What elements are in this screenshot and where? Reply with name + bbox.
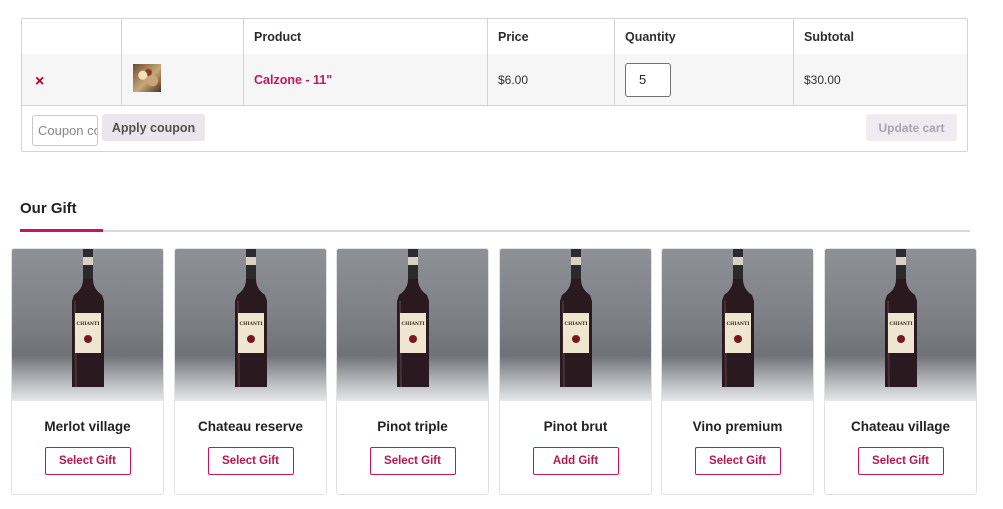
quantity-cell: 5 bbox=[615, 54, 794, 105]
cart-header-row: Product Price Quantity Subtotal bbox=[22, 19, 967, 55]
product-cell: Calzone - 11" bbox=[244, 54, 488, 105]
gift-card: CHIANTI Chateau reserve Select Gift bbox=[174, 248, 327, 495]
bottle-label: CHIANTI bbox=[727, 321, 750, 327]
select-gift-button[interactable]: Select Gift bbox=[857, 447, 944, 475]
select-gift-button[interactable]: Select Gift bbox=[207, 447, 294, 475]
wine-bottle-image[interactable]: CHIANTI bbox=[825, 249, 976, 401]
gift-card: CHIANTI Merlot village Select Gift bbox=[11, 248, 164, 495]
header-price: Price bbox=[488, 19, 615, 54]
gift-name: Chateau reserve bbox=[197, 419, 304, 434]
gift-card: CHIANTI Pinot triple Select Gift bbox=[336, 248, 489, 495]
select-gift-button[interactable]: Select Gift bbox=[44, 447, 131, 475]
gift-name: Merlot village bbox=[44, 419, 131, 434]
header-remove bbox=[22, 19, 122, 54]
wine-bottle-icon: CHIANTI bbox=[885, 249, 917, 388]
update-cart-button[interactable]: Update cart bbox=[866, 114, 957, 141]
gift-card: CHIANTI Vino premium Select Gift bbox=[661, 248, 814, 495]
gift-name: Pinot brut bbox=[543, 419, 608, 434]
select-gift-button[interactable]: Select Gift bbox=[369, 447, 456, 475]
wine-bottle-image[interactable]: CHIANTI bbox=[662, 249, 813, 401]
gift-divider-accent bbox=[20, 229, 103, 232]
wine-bottle-icon: CHIANTI bbox=[235, 249, 267, 388]
wine-bottle-icon: CHIANTI bbox=[722, 249, 754, 388]
wine-bottle-image[interactable]: CHIANTI bbox=[337, 249, 488, 401]
gift-section-title: Our Gift bbox=[20, 200, 77, 217]
remove-cell: × bbox=[22, 54, 122, 105]
thumbnail-cell bbox=[122, 54, 244, 105]
header-subtotal: Subtotal bbox=[804, 29, 854, 44]
bottle-label: CHIANTI bbox=[565, 321, 588, 327]
bottle-label: CHIANTI bbox=[890, 321, 913, 327]
header-product: Product bbox=[244, 19, 488, 54]
wine-bottle-icon: CHIANTI bbox=[72, 249, 104, 388]
product-link[interactable]: Calzone - 11" bbox=[254, 73, 332, 87]
gift-name: Chateau village bbox=[850, 419, 951, 434]
select-gift-button[interactable]: Add Gift bbox=[532, 447, 619, 475]
cart-table: Product Price Quantity Subtotal × Calzon… bbox=[21, 18, 968, 152]
coupon-input[interactable]: Coupon code bbox=[32, 115, 98, 146]
wine-bottle-image[interactable]: CHIANTI bbox=[12, 249, 163, 401]
wine-bottle-image[interactable]: CHIANTI bbox=[500, 249, 651, 401]
bottle-label: CHIANTI bbox=[240, 321, 263, 327]
close-icon[interactable]: × bbox=[35, 73, 44, 91]
wine-bottle-icon: CHIANTI bbox=[397, 249, 429, 388]
select-gift-button[interactable]: Select Gift bbox=[694, 447, 781, 475]
gift-card: CHIANTI Chateau village Select Gift bbox=[824, 248, 977, 495]
gift-name: Vino premium bbox=[692, 419, 783, 434]
price-cell: $6.00 bbox=[488, 54, 615, 105]
bottle-label: CHIANTI bbox=[402, 321, 425, 327]
table-row: × Calzone - 11" $6.00 5 $30.00 bbox=[22, 54, 967, 106]
gift-name: Pinot triple bbox=[377, 419, 448, 434]
cart-actions-row: Coupon code Apply coupon Update cart bbox=[22, 105, 967, 152]
header-quantity: Quantity bbox=[615, 19, 794, 54]
bottle-label: CHIANTI bbox=[77, 321, 100, 327]
gift-divider bbox=[20, 230, 970, 232]
quantity-input[interactable]: 5 bbox=[625, 62, 671, 97]
product-thumbnail[interactable] bbox=[133, 63, 161, 92]
gift-card: CHIANTI Pinot brut Add Gift bbox=[499, 248, 652, 495]
header-thumbnail bbox=[122, 19, 244, 54]
wine-bottle-image[interactable]: CHIANTI bbox=[175, 249, 326, 401]
subtotal-cell: $30.00 bbox=[804, 72, 841, 87]
wine-bottle-icon: CHIANTI bbox=[560, 249, 592, 388]
apply-coupon-button[interactable]: Apply coupon bbox=[102, 114, 205, 141]
